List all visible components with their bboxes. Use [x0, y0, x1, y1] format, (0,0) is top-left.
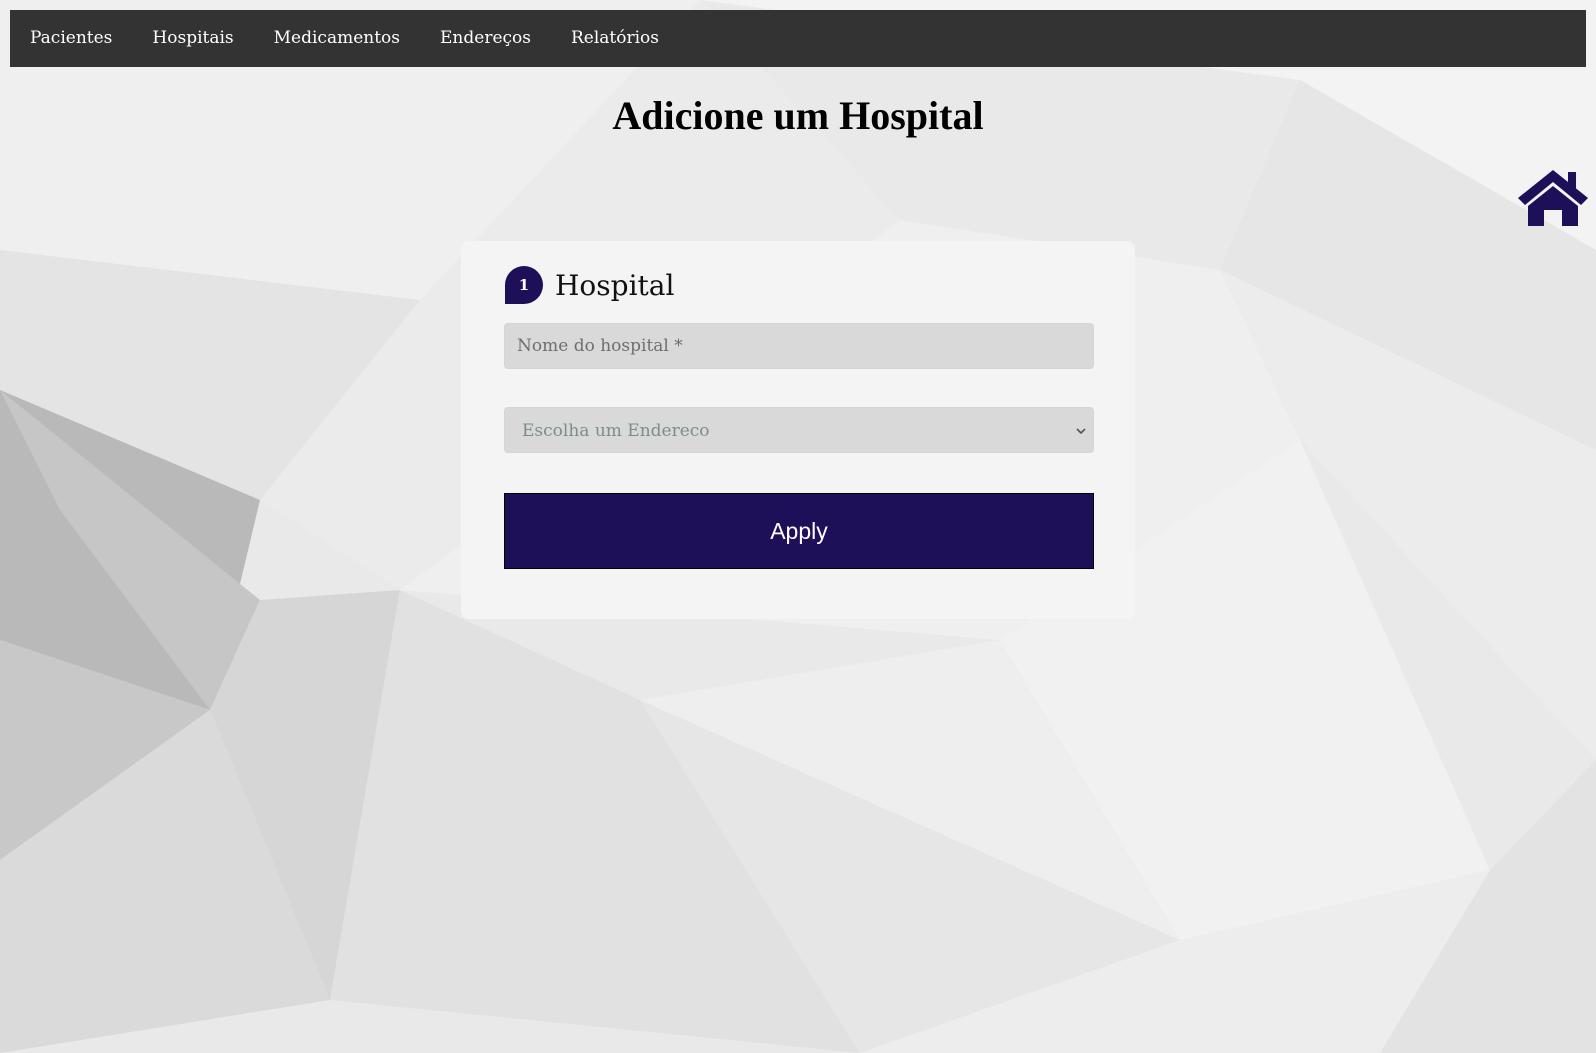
hospital-form-card: 1 Hospital Escolha um Endereco Apply [461, 241, 1135, 619]
chevron-down-icon [1076, 428, 1086, 435]
apply-button[interactable]: Apply [504, 493, 1094, 569]
section-header: 1 Hospital [505, 265, 674, 305]
nav-item-medicamentos[interactable]: Medicamentos [254, 10, 420, 67]
step-badge: 1 [505, 266, 543, 304]
home-icon [1518, 170, 1588, 226]
hospital-name-input[interactable] [504, 323, 1094, 369]
nav-item-hospitais[interactable]: Hospitais [132, 10, 253, 67]
address-select[interactable]: Escolha um Endereco [504, 407, 1094, 453]
top-navbar: Pacientes Hospitais Medicamentos Endereç… [10, 10, 1586, 67]
nav-item-enderecos[interactable]: Endereços [420, 10, 551, 67]
section-title: Hospital [555, 268, 675, 302]
page-title: Adicione um Hospital [612, 93, 984, 138]
home-button[interactable] [1518, 168, 1588, 226]
address-select-value: Escolha um Endereco [522, 421, 710, 441]
nav-item-relatorios[interactable]: Relatórios [551, 10, 679, 67]
nav-item-pacientes[interactable]: Pacientes [10, 10, 132, 67]
